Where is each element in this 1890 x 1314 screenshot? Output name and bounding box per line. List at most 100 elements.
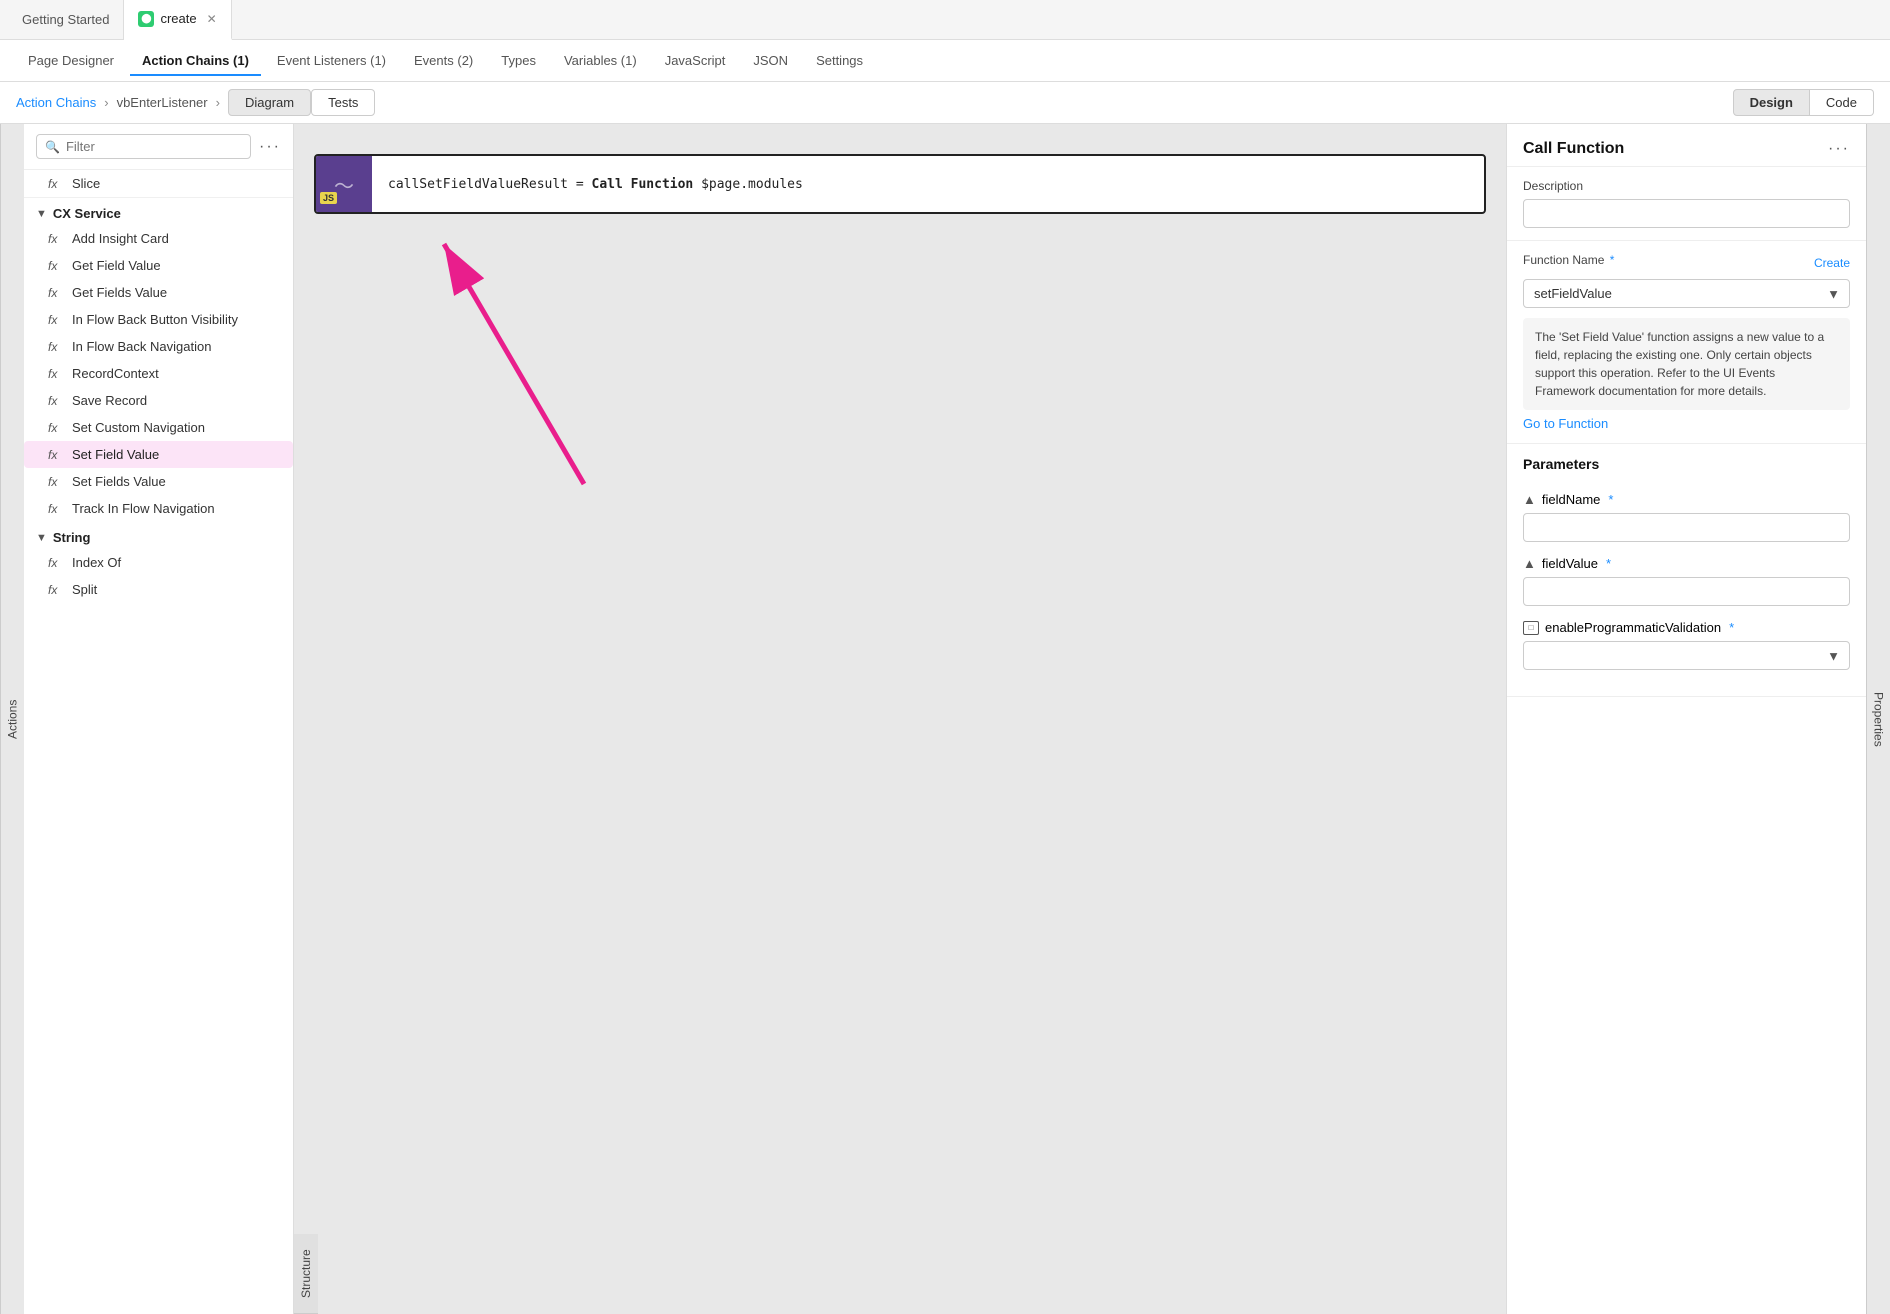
left-panel: 🔍 ··· fx Slice ▼ CX Service fx Add Insig… [24, 124, 294, 1314]
create-link[interactable]: Create [1814, 256, 1850, 270]
breadcrumb-sep2: › [216, 95, 220, 110]
search-icon: 🔍 [45, 140, 60, 154]
breadcrumb-vb-enter: vbEnterListener [117, 95, 208, 110]
param-field-value-label: fieldValue [1542, 556, 1598, 571]
action-split[interactable]: fx Split [24, 576, 293, 603]
param-field-value-type-icon: ▲ [1523, 556, 1536, 571]
call-function-title: Call Function [1523, 140, 1624, 158]
nav-page-designer[interactable]: Page Designer [16, 45, 126, 76]
right-panel-header: Call Function ··· [1507, 124, 1866, 167]
tab-diagram[interactable]: Diagram [228, 89, 311, 116]
nav-javascript[interactable]: JavaScript [653, 45, 738, 76]
function-name-label: Function Name * [1523, 253, 1614, 267]
diagram-node[interactable]: 〜 JS callSetFieldValueResult = Call Func… [314, 154, 1486, 214]
design-button[interactable]: Design [1733, 89, 1810, 116]
node-bold-text: Call Function [592, 177, 694, 192]
param-enable-programmatic: □ enableProgrammaticValidation * ▼ [1523, 620, 1850, 670]
param-field-name-label: fieldName [1542, 492, 1601, 507]
slice-label: Slice [72, 176, 100, 191]
function-description-text: The 'Set Field Value' function assigns a… [1523, 318, 1850, 410]
param-field-name-input[interactable] [1523, 513, 1850, 542]
action-set-fields-value[interactable]: fx Set Fields Value [24, 468, 293, 495]
param-enable-prog-select[interactable] [1523, 641, 1850, 670]
action-in-flow-back-nav[interactable]: fx In Flow Back Navigation [24, 333, 293, 360]
description-section: Description [1507, 167, 1866, 241]
go-to-function-link[interactable]: Go to Function [1523, 416, 1608, 431]
nav-types[interactable]: Types [489, 45, 548, 76]
parameters-header: Parameters [1507, 444, 1866, 480]
param-enable-programmatic-label-row: □ enableProgrammaticValidation * [1523, 620, 1850, 635]
action-record-context[interactable]: fx RecordContext [24, 360, 293, 387]
node-text: callSetFieldValueResult = Call Function … [372, 165, 819, 204]
param-enable-prog-select-wrapper: ▼ [1523, 641, 1850, 670]
close-tab-button[interactable]: ✕ [207, 12, 217, 26]
main-layout: Actions 🔍 ··· fx Slice ▼ CX Service fx A… [0, 124, 1890, 1314]
filter-input-wrap: 🔍 [36, 134, 251, 159]
action-item-slice[interactable]: fx Slice [24, 170, 293, 198]
action-add-insight-card[interactable]: fx Add Insight Card [24, 225, 293, 252]
filter-input[interactable] [66, 139, 242, 154]
nav-json[interactable]: JSON [741, 45, 800, 76]
param-field-value-label-row: ▲ fieldValue * [1523, 556, 1850, 571]
nav-variables[interactable]: Variables (1) [552, 45, 649, 76]
right-panel: Call Function ··· Description Function N… [1506, 124, 1866, 1314]
create-tab-icon: ⬤ [138, 11, 154, 27]
fx-icon-slice: fx [48, 177, 64, 191]
cx-service-header[interactable]: ▼ CX Service [24, 198, 293, 225]
js-badge: JS [320, 192, 337, 204]
cx-chevron-icon: ▼ [36, 208, 47, 220]
breadcrumb-action-chains[interactable]: Action Chains [16, 95, 96, 110]
param-field-value: ▲ fieldValue * [1523, 556, 1850, 606]
nav-bar: Page Designer Action Chains (1) Event Li… [0, 40, 1890, 82]
nav-action-chains[interactable]: Action Chains (1) [130, 45, 261, 76]
tab-tests[interactable]: Tests [311, 89, 375, 116]
string-title: String [53, 530, 91, 545]
filter-bar: 🔍 ··· [24, 124, 293, 170]
param-enable-programmatic-label: enableProgrammaticValidation [1545, 620, 1721, 635]
param-field-name-label-row: ▲ fieldName * [1523, 492, 1850, 507]
node-code-text: callSetFieldValueResult = [388, 177, 592, 192]
node-icon: 〜 JS [316, 156, 372, 212]
description-input[interactable] [1523, 199, 1850, 228]
cx-service-title: CX Service [53, 206, 121, 221]
more-options-button[interactable]: ··· [259, 138, 281, 156]
diagram-area: 〜 JS callSetFieldValueResult = Call Func… [294, 124, 1506, 1314]
diagram-tests-tabs: Diagram Tests [228, 89, 375, 116]
node-rest-text: $page.modules [693, 177, 803, 192]
arrow-annotation [394, 204, 744, 524]
nav-settings[interactable]: Settings [804, 45, 875, 76]
code-button[interactable]: Code [1810, 89, 1874, 116]
tab-getting-started[interactable]: Getting Started [8, 0, 124, 40]
function-name-row: Function Name * Create [1523, 253, 1850, 273]
action-track-in-flow[interactable]: fx Track In Flow Navigation [24, 495, 293, 522]
breadcrumb-sep1: › [104, 95, 108, 110]
nav-events[interactable]: Events (2) [402, 45, 485, 76]
properties-side-label[interactable]: Properties [1866, 124, 1890, 1314]
function-name-section: Function Name * Create setFieldValue ▼ T… [1507, 241, 1866, 444]
string-header[interactable]: ▼ String [24, 522, 293, 549]
param-field-name-type-icon: ▲ [1523, 492, 1536, 507]
tab-create[interactable]: ⬤ create ✕ [124, 0, 231, 40]
function-name-select[interactable]: setFieldValue [1523, 279, 1850, 308]
breadcrumb-bar: Action Chains › vbEnterListener › Diagra… [0, 82, 1890, 124]
action-get-fields-value[interactable]: fx Get Fields Value [24, 279, 293, 306]
action-set-field-value[interactable]: fx Set Field Value [24, 441, 293, 468]
param-field-name: ▲ fieldName * [1523, 492, 1850, 542]
top-tab-bar: Getting Started ⬤ create ✕ [0, 0, 1890, 40]
action-index-of[interactable]: fx Index Of [24, 549, 293, 576]
right-panel-more-button[interactable]: ··· [1828, 140, 1850, 158]
structure-side-label[interactable]: Structure [294, 1234, 318, 1314]
function-name-select-wrapper: setFieldValue ▼ [1523, 279, 1850, 308]
nav-event-listeners[interactable]: Event Listeners (1) [265, 45, 398, 76]
param-field-value-input[interactable] [1523, 577, 1850, 606]
tab-create-label: create [160, 11, 196, 26]
action-save-record[interactable]: fx Save Record [24, 387, 293, 414]
action-get-field-value[interactable]: fx Get Field Value [24, 252, 293, 279]
design-code-group: Design Code [1733, 89, 1874, 116]
description-label: Description [1523, 179, 1850, 193]
function-description-box: The 'Set Field Value' function assigns a… [1523, 318, 1850, 431]
parameters-section: ▲ fieldName * ▲ fieldValue * □ e [1507, 480, 1866, 697]
actions-side-label[interactable]: Actions [0, 124, 24, 1314]
action-in-flow-back-button[interactable]: fx In Flow Back Button Visibility [24, 306, 293, 333]
action-set-custom-nav[interactable]: fx Set Custom Navigation [24, 414, 293, 441]
